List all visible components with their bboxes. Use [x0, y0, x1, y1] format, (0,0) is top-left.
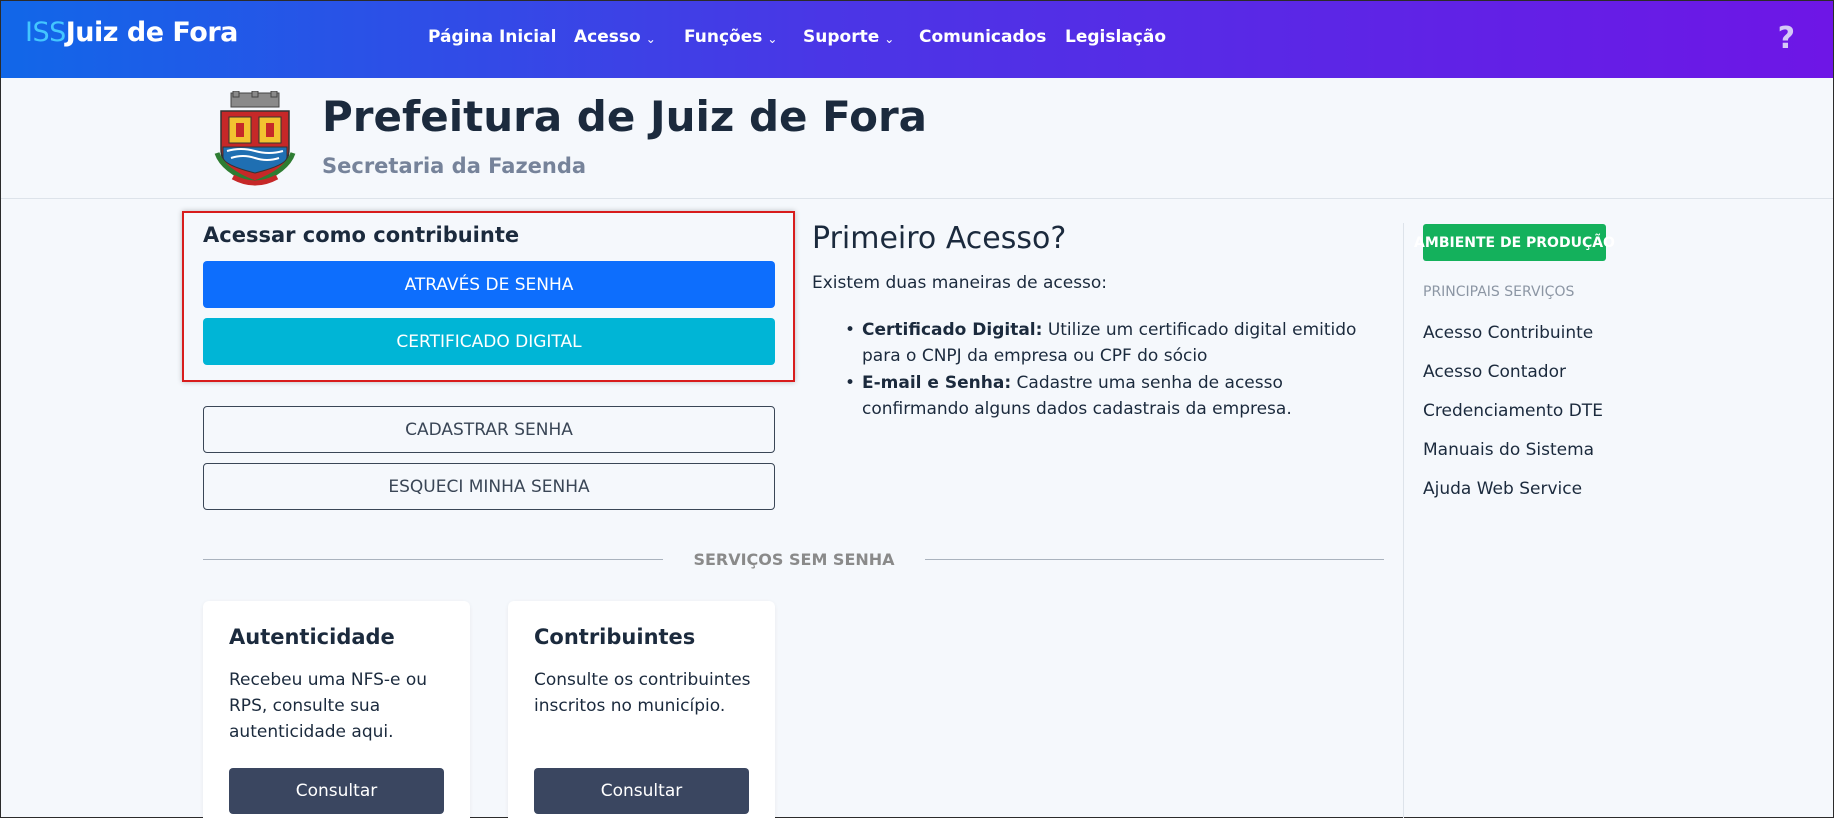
service-card-autenticidade: Autenticidade Recebeu uma NFS-e ou RPS, … [203, 601, 470, 818]
nav-item-pagina-inicial[interactable]: Página Inicial [428, 27, 556, 47]
first-access-list: • Certificado Digital: Utilize um certifi… [845, 317, 1382, 423]
sidebar-link-acesso-contribuinte[interactable]: Acesso Contribuinte [1423, 323, 1593, 343]
bullet-icon: • [845, 373, 856, 393]
nav-item-label: Comunicados [919, 27, 1047, 47]
nav-item-funcoes[interactable]: Funções ⌄ [684, 27, 777, 47]
forgot-password-button[interactable]: ESQUECI MINHA SENHA [203, 463, 775, 510]
card-title: Autenticidade [229, 625, 395, 649]
chevron-down-icon: ⌄ [645, 32, 656, 46]
section-divider-label: SERVIÇOS SEM SENHA [663, 543, 925, 576]
first-access-intro: Existem duas maneiras de acesso: [812, 273, 1108, 293]
login-password-button[interactable]: ATRAVÉS DE SENHA [203, 261, 775, 308]
register-password-button[interactable]: CADASTRAR SENHA [203, 406, 775, 453]
login-certificate-button[interactable]: CERTIFICADO DIGITAL [203, 318, 775, 365]
card-text: Recebeu uma NFS-e ou RPS, consulte sua a… [229, 670, 428, 742]
service-card-contribuintes: Contribuintes Consulte os contribuintes … [508, 601, 775, 818]
nav-item-label: Suporte [803, 27, 880, 47]
consult-taxpayers-button[interactable]: Consultar [534, 768, 749, 814]
card-text: Consulte os contribuintes inscritos no m… [534, 670, 751, 716]
environment-badge: AMBIENTE DE PRODUÇÃO [1414, 224, 1615, 261]
bullet-icon: • [845, 320, 856, 340]
nav-item-label: Funções [684, 27, 763, 47]
nav-item-legislacao[interactable]: Legislação [1065, 27, 1166, 47]
nav-item-suporte[interactable]: Suporte ⌄ [803, 27, 894, 47]
city-crest-logo [214, 91, 296, 186]
nav-item-acesso[interactable]: Acesso ⌄ [574, 27, 656, 47]
top-navbar: ISSJuiz de Fora Página Inicial Acesso ⌄ F… [1, 1, 1833, 78]
nav-item-label: Acesso [574, 27, 641, 47]
sidebar-link-credenciamento-dte[interactable]: Credenciamento DTE [1423, 401, 1603, 421]
sidebar-link-manuais[interactable]: Manuais do Sistema [1423, 440, 1594, 460]
page-header: Prefeitura de Juiz de Fora Secretaria da… [1, 78, 1833, 199]
list-item-label: Certificado Digital: [862, 320, 1043, 340]
nav-item-comunicados[interactable]: Comunicados [919, 27, 1046, 47]
consult-authenticity-button[interactable]: Consultar [229, 768, 444, 814]
page-title: Prefeitura de Juiz de Fora [322, 92, 928, 141]
nav-item-label: Página Inicial [428, 27, 557, 47]
sidebar-link-ajuda-web-service[interactable]: Ajuda Web Service [1423, 479, 1582, 499]
chevron-down-icon: ⌄ [884, 32, 895, 46]
first-access-title: Primeiro Acesso? [812, 221, 1067, 256]
help-icon[interactable]: ? [1778, 21, 1795, 56]
nav-item-label: Legislação [1065, 27, 1167, 47]
login-section-title: Acessar como contribuinte [203, 223, 520, 247]
sidebar-divider [1403, 223, 1404, 818]
list-item: • E-mail e Senha: Cadastre uma senha de a… [845, 370, 1382, 422]
page-subtitle: Secretaria da Fazenda [322, 154, 587, 178]
list-item-label: E-mail e Senha: [862, 373, 1012, 393]
sidebar-link-acesso-contador[interactable]: Acesso Contador [1423, 362, 1566, 382]
card-title: Contribuintes [534, 625, 696, 649]
chevron-down-icon: ⌄ [767, 32, 778, 46]
sidebar-heading: PRINCIPAIS SERVIÇOS [1423, 284, 1575, 300]
list-item: • Certificado Digital: Utilize um certifi… [845, 317, 1382, 369]
brand-logo[interactable]: ISSJuiz de Fora [25, 17, 238, 48]
brand-prefix: ISS [25, 17, 66, 48]
brand-name: Juiz de Fora [65, 17, 239, 48]
